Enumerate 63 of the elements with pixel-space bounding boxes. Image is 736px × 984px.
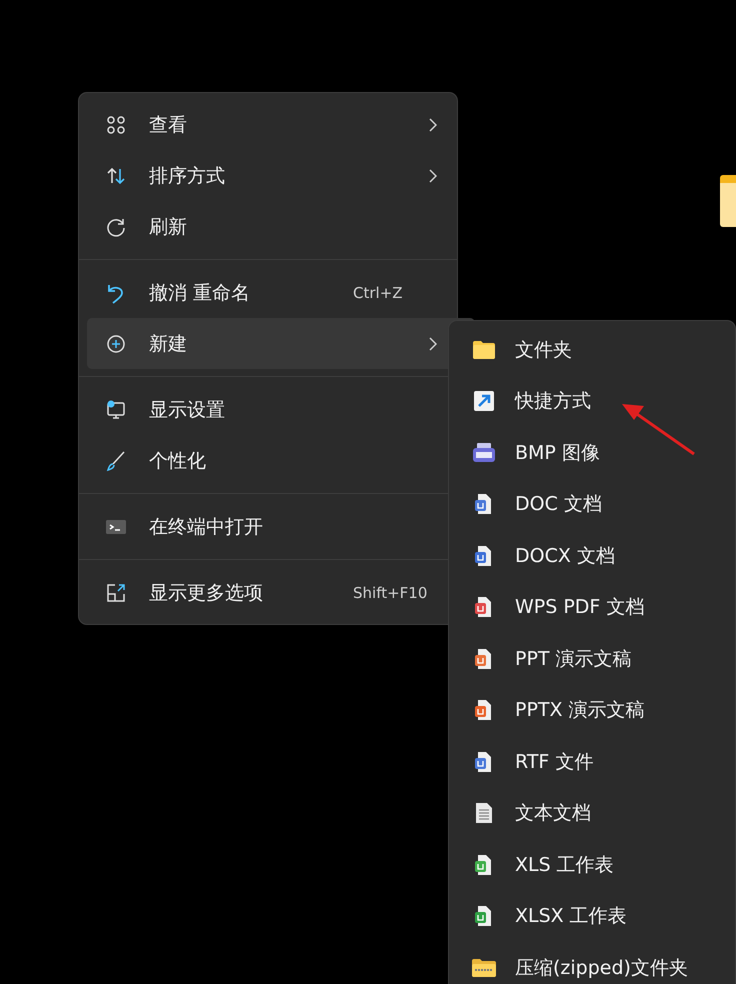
image-file-icon xyxy=(472,442,496,464)
menu-item[interactable]: 个性化 xyxy=(87,435,449,486)
menu-item[interactable]: DOCX 文档 xyxy=(457,530,735,582)
menu-item[interactable]: 文本文档 xyxy=(457,788,735,839)
menu-item[interactable]: 快捷方式 xyxy=(457,376,735,427)
menu-label: 个性化 xyxy=(149,448,206,474)
menu-item[interactable]: 查看 xyxy=(87,99,449,150)
add-icon xyxy=(106,334,126,354)
file-icon xyxy=(474,699,494,722)
menu-item[interactable]: 压缩(zipped)文件夹 xyxy=(457,942,735,984)
expand-icon xyxy=(105,582,127,604)
shortcut-text: Ctrl+Z xyxy=(353,284,403,302)
shortcut-text: Shift+F10 xyxy=(353,584,428,602)
menu-item[interactable]: PPT 演示文稿 xyxy=(457,633,735,684)
file-icon xyxy=(474,493,494,516)
menu-label: DOC 文档 xyxy=(515,492,602,518)
file-icon xyxy=(474,648,494,670)
menu-label: XLS 工作表 xyxy=(515,852,614,878)
menu-label: 文本文档 xyxy=(515,801,591,826)
brush-icon xyxy=(105,450,127,472)
menu-item[interactable]: XLS 工作表 xyxy=(457,839,735,890)
file-icon xyxy=(474,905,494,928)
menu-label: 刷新 xyxy=(149,214,187,240)
menu-item[interactable]: DOC 文档 xyxy=(457,478,735,530)
menu-item[interactable]: WPS PDF 文档 xyxy=(457,582,735,633)
menu-item[interactable]: 刷新 xyxy=(87,201,449,252)
menu-label: 快捷方式 xyxy=(515,389,591,414)
menu-item[interactable]: 显示设置 xyxy=(87,384,449,435)
menu-item[interactable]: XLSX 工作表 xyxy=(457,890,735,942)
menu-label: 撤消 重命名 xyxy=(149,280,250,306)
file-icon xyxy=(474,854,494,876)
menu-item[interactable]: PPTX 演示文稿 xyxy=(457,684,735,736)
menu-label: WPS PDF 文档 xyxy=(515,595,644,620)
menu-item[interactable]: 新建 xyxy=(87,318,475,369)
menu-item[interactable]: 在终端中打开 xyxy=(87,501,449,552)
grid-icon xyxy=(106,114,126,134)
menu-label: RTF 文件 xyxy=(515,750,594,775)
file-icon xyxy=(474,750,494,773)
menu-item[interactable]: RTF 文件 xyxy=(457,736,735,788)
folder-icon xyxy=(472,340,496,360)
menu-label: 显示更多选项 xyxy=(149,580,263,606)
menu-label: XLSX 工作表 xyxy=(515,904,627,930)
monitor-icon xyxy=(105,398,127,420)
menu-label: 文件夹 xyxy=(515,338,572,363)
menu-label: 排序方式 xyxy=(149,164,225,188)
menu-item[interactable]: 排序方式 xyxy=(87,150,449,201)
menu-item[interactable]: 撤消 重命名 Ctrl+Z xyxy=(87,267,449,318)
menu-item[interactable]: 显示更多选项 Shift+F10 xyxy=(87,567,449,618)
file-icon xyxy=(474,544,494,567)
menu-label: PPTX 演示文稿 xyxy=(515,698,645,724)
text-file-icon xyxy=(475,802,493,824)
sort-icon xyxy=(106,166,126,186)
menu-label: 在终端中打开 xyxy=(149,514,263,540)
zip-folder-icon xyxy=(471,958,497,978)
menu-label: 显示设置 xyxy=(149,398,225,422)
menu-label: 新建 xyxy=(149,332,187,356)
menu-item[interactable]: BMP 图像 xyxy=(457,427,735,478)
menu-label: 查看 xyxy=(149,112,187,138)
menu-label: BMP 图像 xyxy=(515,440,600,466)
menu-label: DOCX 文档 xyxy=(515,544,615,569)
menu-label: PPT 演示文稿 xyxy=(515,646,632,672)
file-icon xyxy=(474,596,494,618)
menu-label: 压缩(zipped)文件夹 xyxy=(515,956,688,981)
